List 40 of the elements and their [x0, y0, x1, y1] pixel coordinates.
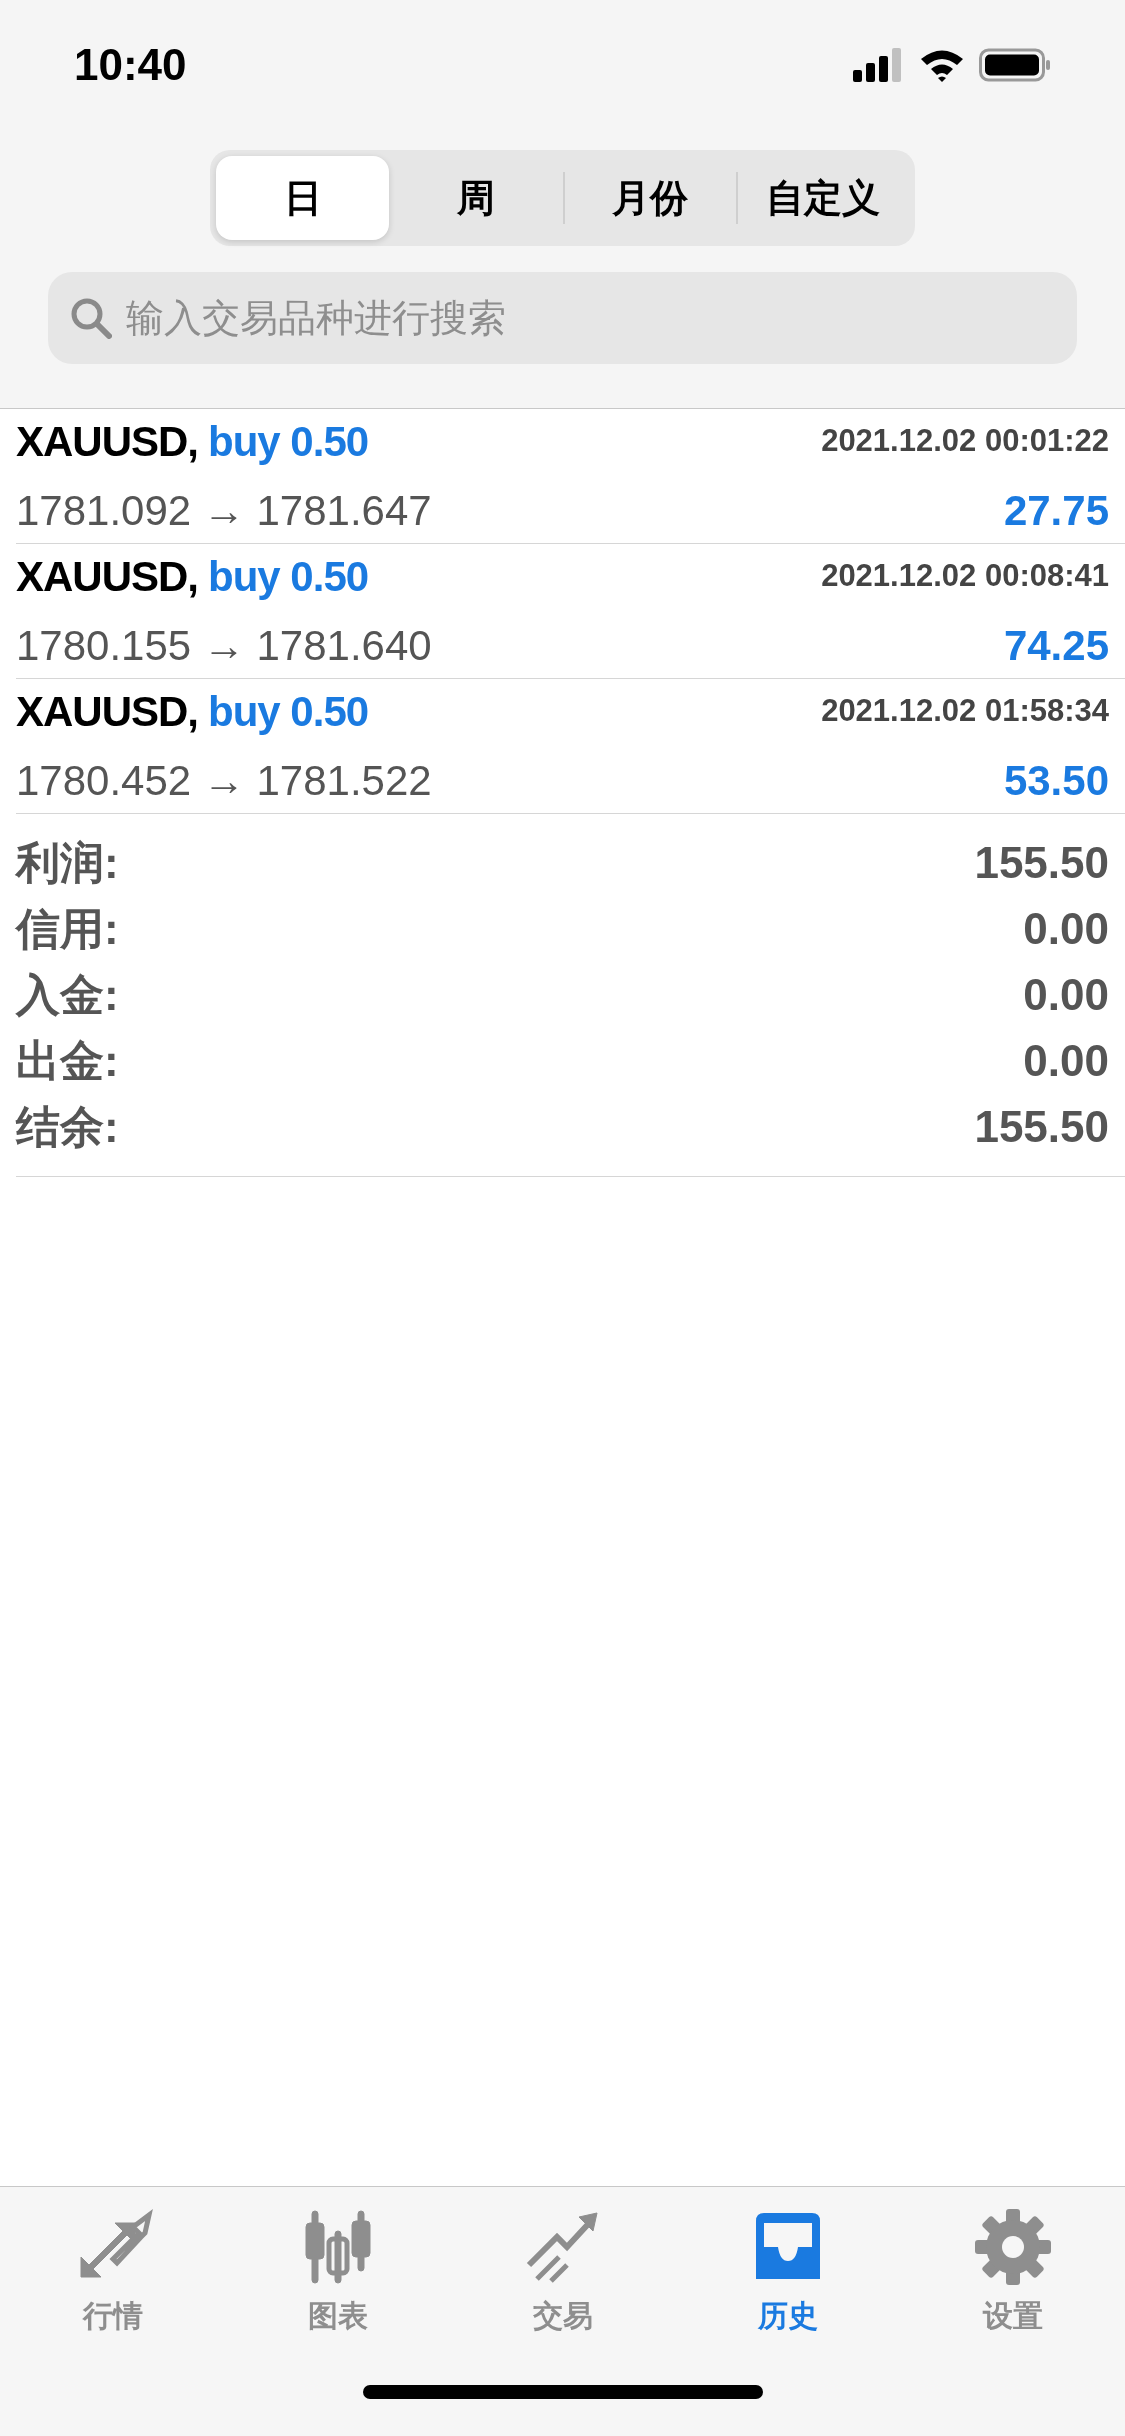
summary-label: 结余:	[16, 1101, 119, 1153]
summary-value: 155.50	[974, 837, 1109, 889]
deal-profit: 74.25	[1003, 621, 1109, 671]
tab-bar-item[interactable]: 行情	[0, 2207, 225, 2347]
period-tab[interactable]: 周	[389, 156, 563, 240]
summary-label: 入金:	[16, 969, 119, 1021]
deal-prices: 1781.092 → 1781.647	[16, 486, 432, 536]
deal-symbol: XAUUSD,	[16, 687, 199, 737]
deal-time: 2021.12.02 00:01:22	[821, 422, 1109, 461]
summary-value: 155.50	[974, 1101, 1109, 1153]
period-tab[interactable]: 自定义	[737, 156, 909, 240]
summary-label: 信用:	[16, 903, 119, 955]
search-field[interactable]: 输入交易品种进行搜索	[48, 272, 1077, 364]
deal-time: 2021.12.02 01:58:34	[821, 692, 1109, 731]
summary-value: 0.00	[1023, 903, 1109, 955]
tab-bar-item[interactable]: 交易	[450, 2207, 675, 2347]
search-icon	[70, 297, 112, 339]
wifi-icon	[919, 48, 965, 82]
tab-bar-item[interactable]: 图表	[225, 2207, 450, 2347]
status-time: 10:40	[74, 39, 187, 91]
deal-prices: 1780.452 → 1781.522	[16, 756, 432, 806]
battery-icon	[979, 48, 1051, 82]
deal-side: buy 0.50	[208, 687, 369, 737]
tab-bar-item[interactable]: 设置	[900, 2207, 1125, 2347]
period-tab[interactable]: 日	[216, 156, 390, 240]
deal-profit: 53.50	[1003, 756, 1109, 806]
tab-bar-item[interactable]: 历史	[675, 2207, 900, 2347]
deal-profit: 27.75	[1003, 486, 1109, 536]
summary-value: 0.00	[1023, 969, 1109, 1021]
deal-symbol: XAUUSD,	[16, 552, 199, 602]
deal-side: buy 0.50	[208, 417, 369, 467]
period-tab[interactable]: 月份	[564, 156, 736, 240]
deal-time: 2021.12.02 00:08:41	[821, 557, 1109, 596]
summary-label: 出金:	[16, 1035, 119, 1087]
settings-icon	[972, 2207, 1053, 2287]
summary-value: 0.00	[1023, 1035, 1109, 1087]
summary-label: 利润:	[16, 837, 119, 889]
deal-symbol: XAUUSD,	[16, 417, 199, 467]
deal-prices: 1780.155 → 1781.640	[16, 621, 432, 671]
deal-side: buy 0.50	[208, 552, 369, 602]
